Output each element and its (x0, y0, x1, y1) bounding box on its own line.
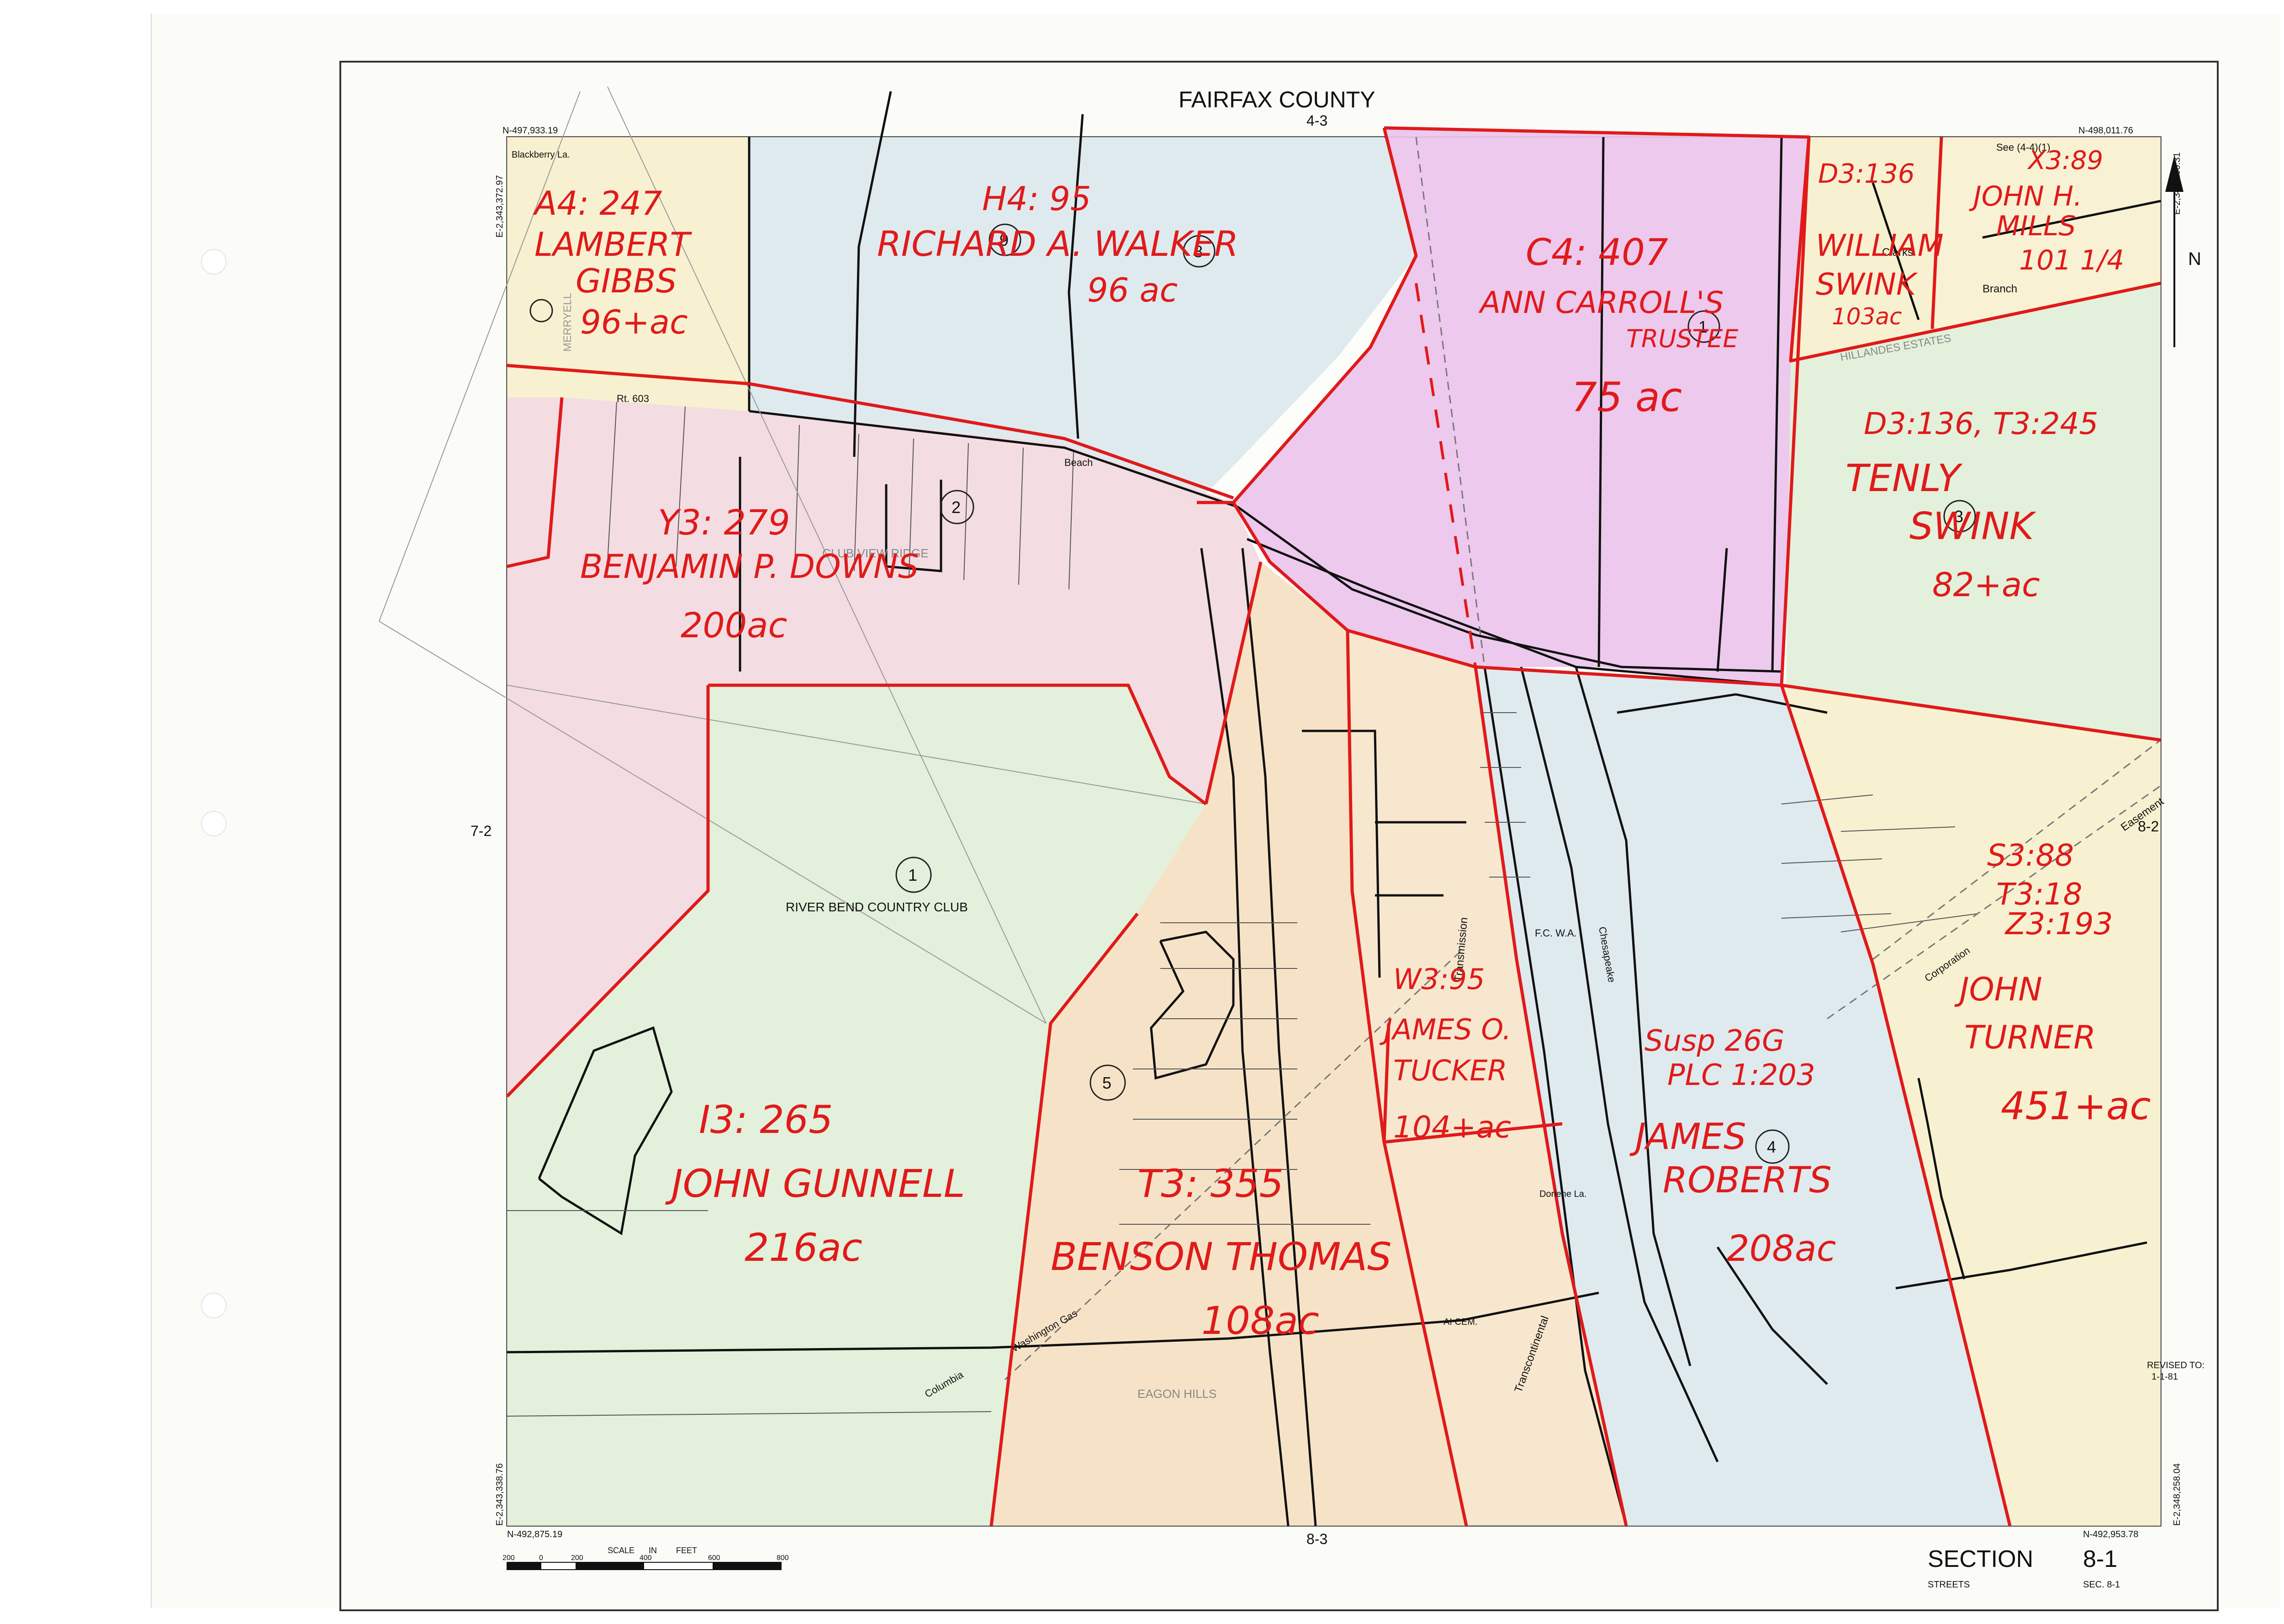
svg-text:W3:95: W3:95 (1393, 963, 1485, 996)
svg-text:82+ac: 82+ac (1932, 566, 2040, 604)
circle-number: 2 (952, 498, 961, 517)
svg-text:PLC 1:203: PLC 1:203 (1667, 1058, 1815, 1092)
svg-text:Z3:193: Z3:193 (2004, 906, 2113, 942)
svg-text:75 ac: 75 ac (1571, 374, 1682, 421)
streets-label: STREETS (1928, 1580, 1970, 1590)
svg-text:TURNER: TURNER (1964, 1019, 2096, 1056)
svg-text:108ac: 108ac (1201, 1298, 1319, 1343)
circle-number: 4 (1767, 1137, 1776, 1156)
top-adjoining-ref: 4-3 (1306, 112, 1327, 129)
svg-text:SWINK: SWINK (1909, 505, 2037, 548)
scale-tick: 200 (502, 1554, 515, 1562)
bottom-adjoining-ref: 8-3 (1306, 1531, 1327, 1547)
svg-text:MILLS: MILLS (1996, 210, 2076, 242)
svg-text:Y3: 279: Y3: 279 (658, 502, 790, 543)
scale-bar: SCALE IN FEET 200 0 200 400 600 800 (502, 1546, 789, 1570)
svg-text:JOHN GUNNELL: JOHN GUNNELL (665, 1161, 965, 1206)
coord-left-easting: E-2,343,372.97 (495, 175, 505, 238)
svg-text:S3:88: S3:88 (1987, 838, 2074, 873)
svg-text:JAMES: JAMES (1629, 1116, 1746, 1158)
svg-text:BENSON THOMAS: BENSON THOMAS (1051, 1234, 1391, 1279)
scale-label: SCALE (608, 1546, 634, 1555)
merryell-label: MERRYELL (561, 293, 574, 352)
scale-tick: 800 (777, 1554, 789, 1562)
svg-text:103ac: 103ac (1832, 303, 1902, 330)
svg-text:T3: 355: T3: 355 (1137, 1161, 1284, 1206)
svg-text:TRUSTEE: TRUSTEE (1626, 324, 1739, 353)
svg-text:TUCKER: TUCKER (1393, 1054, 1507, 1087)
svg-text:H4: 95: H4: 95 (982, 180, 1091, 218)
svg-text:JOHN: JOHN (1954, 971, 2042, 1008)
scale-tick: 200 (571, 1554, 583, 1562)
svg-text:451+ac: 451+ac (2001, 1084, 2151, 1128)
parcel-map: FAIRFAX COUNTY 4-3 8-3 7-2 8-2 N-497,933… (339, 61, 2219, 1611)
svg-text:ANN CARROLL'S: ANN CARROLL'S (1478, 285, 1724, 320)
svg-text:Susp 26G: Susp 26G (1644, 1024, 1785, 1058)
svg-text:D3:136: D3:136 (1818, 158, 1915, 189)
svg-text:RICHARD A. WALKER: RICHARD A. WALKER (877, 223, 1238, 264)
svg-text:LAMBERT: LAMBERT (534, 225, 692, 264)
scale-tick: 600 (708, 1554, 720, 1562)
beach-road-label: Beach (1064, 457, 1093, 468)
svg-text:200ac: 200ac (681, 605, 787, 645)
revised-date: 1-1-81 (2152, 1372, 2178, 1382)
county-title: FAIRFAX COUNTY (1179, 87, 1375, 112)
svg-text:BENJAMIN P. DOWNS: BENJAMIN P. DOWNS (580, 547, 919, 586)
revised-label: REVISED TO: (2147, 1360, 2205, 1370)
scale-feet: FEET (676, 1546, 697, 1555)
country-club-label: RIVER BEND COUNTRY CLUB (786, 900, 968, 914)
left-adjoining-ref: 7-2 (471, 823, 492, 839)
fc-wa-label: F.C. W.A. (1535, 927, 1577, 939)
section-number: 8-1 (2083, 1546, 2117, 1572)
svg-text:104+ac: 104+ac (1393, 1110, 1511, 1145)
svg-text:96+ac: 96+ac (580, 303, 688, 341)
svg-text:SWINK: SWINK (1816, 267, 1918, 302)
sec-ref: SEC. 8-1 (2083, 1580, 2120, 1590)
branch-label: Branch (1983, 283, 2017, 295)
coord-left-easting-bottom: E-2,343,338.76 (495, 1463, 505, 1526)
circle-number: 1 (908, 866, 917, 884)
scale-tick: 400 (640, 1554, 652, 1562)
svg-text:D3:136, T3:245: D3:136, T3:245 (1864, 406, 2099, 441)
coord-right-easting-bottom: E-2,348,258.04 (2172, 1463, 2182, 1526)
svg-text:JAMES O.: JAMES O. (1379, 1013, 1511, 1046)
svg-text:A4: 247: A4: 247 (533, 184, 662, 222)
svg-text:216ac: 216ac (745, 1225, 862, 1270)
svg-text:TENLY: TENLY (1845, 457, 1963, 500)
svg-text:ROBERTS: ROBERTS (1663, 1160, 1832, 1201)
svg-text:208ac: 208ac (1727, 1228, 1836, 1270)
scale-in: IN (649, 1546, 657, 1555)
svg-text:I3: 265: I3: 265 (699, 1097, 833, 1142)
svg-text:N: N (2188, 249, 2201, 269)
cemetery-label: AI CEM. (1443, 1317, 1477, 1327)
svg-text:101 1/4: 101 1/4 (2019, 244, 2124, 276)
section-label: SECTION (1928, 1546, 2033, 1572)
rt603-label: Rt. 603 (617, 393, 649, 404)
eagon-hills-label: EAGON HILLS (1137, 1387, 1216, 1401)
coord-top-left: N-497,933.19 (502, 126, 558, 136)
north-arrow-icon: N (2165, 155, 2201, 347)
svg-text:JOHN H.: JOHN H. (1969, 180, 2082, 212)
svg-text:GIBBS: GIBBS (576, 262, 677, 300)
circle-number: 5 (1102, 1074, 1111, 1092)
coord-bottom-left: N-492,875.19 (507, 1529, 562, 1539)
svg-text:X3:89: X3:89 (2027, 146, 2103, 175)
blackberry-label: Blackberry La. (512, 150, 570, 160)
scale-tick: 0 (539, 1554, 543, 1562)
doriene-lane-label: Doriene La. (1539, 1189, 1586, 1199)
svg-text:96 ac: 96 ac (1087, 271, 1178, 309)
svg-text:C4: 407: C4: 407 (1526, 231, 1668, 274)
coord-bottom-right: N-492,953.78 (2083, 1529, 2138, 1539)
coord-top-right: N-498,011.76 (2078, 126, 2133, 136)
svg-text:WILLIAM: WILLIAM (1816, 228, 1944, 263)
